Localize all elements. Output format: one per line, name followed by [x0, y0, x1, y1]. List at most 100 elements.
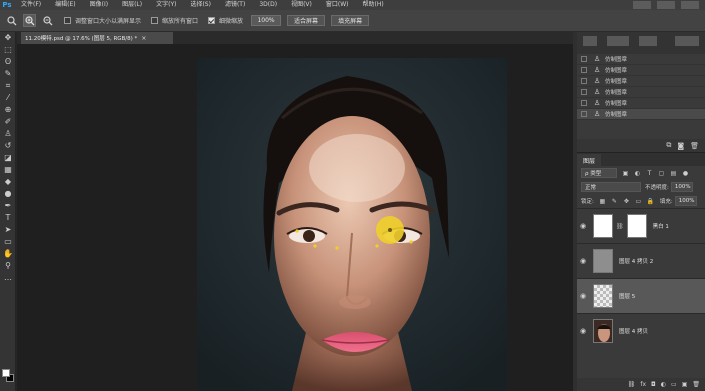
pixel-filter-icon[interactable]: ▣: [622, 170, 629, 177]
action-item[interactable]: ♙ 仿制图章: [577, 98, 705, 109]
action-item[interactable]: ♙ 仿制图章: [577, 109, 705, 120]
trash-icon[interactable]: 🗑: [690, 142, 699, 150]
pen-tool-icon[interactable]: ✒: [0, 200, 16, 212]
folder-icon[interactable]: ▭: [671, 381, 677, 388]
layer-mask-thumbnail[interactable]: [626, 214, 647, 238]
menu-view[interactable]: 视图(V): [284, 0, 319, 10]
opacity-field[interactable]: 100%: [670, 182, 693, 192]
menu-3d[interactable]: 3D(D): [252, 0, 284, 10]
action-item[interactable]: ♙ 仿制图章: [577, 65, 705, 76]
adjustment-icon[interactable]: ◐: [661, 381, 666, 388]
snapshot-icon[interactable]: ⧉: [666, 141, 671, 150]
history-brush-tool-icon[interactable]: ↺: [0, 140, 16, 152]
zoom-out-icon[interactable]: [41, 14, 54, 27]
zoom-tool-icon[interactable]: ⚲: [0, 260, 16, 272]
canvas-area[interactable]: [17, 44, 573, 391]
menu-help[interactable]: 帮助(H): [356, 0, 391, 10]
adjustment-filter-icon[interactable]: ◐: [634, 170, 641, 177]
menu-type[interactable]: 文字(Y): [149, 0, 183, 10]
fx-icon[interactable]: fx: [640, 381, 646, 388]
path-selection-tool-icon[interactable]: ➤: [0, 224, 16, 236]
zoom-in-icon[interactable]: [23, 14, 36, 27]
shape-tool-icon[interactable]: ▭: [0, 236, 16, 248]
healing-brush-tool-icon[interactable]: ⊕: [0, 104, 16, 116]
crop-tool-icon[interactable]: ⌗: [0, 80, 16, 92]
shape-filter-icon[interactable]: ▢: [658, 170, 665, 177]
lock-transparency-icon[interactable]: ▦: [599, 198, 606, 205]
action-item[interactable]: ♙ 仿制图章: [577, 54, 705, 65]
fill-field[interactable]: 100%: [674, 196, 697, 206]
zoom-percent-field[interactable]: 100%: [251, 15, 282, 26]
scrubby-zoom-box[interactable]: [208, 17, 216, 24]
type-tool-icon[interactable]: T: [0, 212, 16, 224]
eyedropper-tool-icon[interactable]: ⁄: [0, 92, 16, 104]
quick-select-tool-icon[interactable]: ✎: [0, 68, 16, 80]
eraser-tool-icon[interactable]: ◪: [0, 152, 16, 164]
zoom-all-checkbox[interactable]: 缩放所有窗口: [151, 16, 198, 25]
type-filter-icon[interactable]: T: [646, 170, 653, 177]
stamp-icon: ♙: [593, 110, 601, 118]
dodge-tool-icon[interactable]: ●: [0, 188, 16, 200]
lasso-tool-icon[interactable]: ʘ: [0, 56, 16, 68]
menu-edit[interactable]: 编辑(E): [48, 0, 82, 10]
gradient-tool-icon[interactable]: ▦: [0, 164, 16, 176]
smart-object-filter-icon[interactable]: ▤: [670, 170, 677, 177]
marquee-tool-icon[interactable]: ⬚: [0, 44, 16, 56]
color-swatches[interactable]: [2, 369, 14, 383]
layer-filter-select[interactable]: ρ 类型: [581, 168, 617, 178]
new-layer-icon[interactable]: ▣: [682, 381, 688, 388]
add-mask-icon[interactable]: ◘: [651, 381, 656, 388]
lock-pixels-icon[interactable]: ✎: [611, 198, 618, 205]
blend-mode-select[interactable]: 正常: [581, 182, 641, 192]
menu-image[interactable]: 图像(I): [83, 0, 115, 10]
eye-icon[interactable]: ◉: [577, 222, 589, 230]
menu-select[interactable]: 选择(S): [183, 0, 218, 10]
filter-toggle-icon[interactable]: ●: [682, 170, 689, 177]
tab-layers[interactable]: 图层: [577, 154, 602, 166]
document-canvas[interactable]: [197, 58, 507, 391]
action-item[interactable]: ♙ 仿制图章: [577, 76, 705, 87]
resize-windows-box[interactable]: [64, 17, 71, 24]
eye-icon[interactable]: ◉: [577, 257, 589, 265]
brush-tool-icon[interactable]: ✐: [0, 116, 16, 128]
menu-window[interactable]: 窗口(W): [319, 0, 356, 10]
link-layers-icon[interactable]: ⛓: [628, 381, 636, 388]
layer-row[interactable]: ◉ 图层 4 拷贝 2: [577, 243, 705, 278]
document-tab[interactable]: 11.20模特.psd @ 17.6% (图层 5, RGB/8) * ×: [21, 32, 173, 44]
fit-screen-button[interactable]: 适合屏幕: [287, 15, 326, 26]
action-toggle[interactable]: [581, 100, 587, 106]
layer-row-selected[interactable]: ◉ 图层 5: [577, 278, 705, 313]
menu-layer[interactable]: 图层(L): [115, 0, 149, 10]
move-tool-icon[interactable]: ✥: [0, 32, 16, 44]
action-toggle[interactable]: [581, 67, 587, 73]
action-toggle[interactable]: [581, 78, 587, 84]
eye-icon[interactable]: ◉: [577, 327, 589, 335]
camera-icon[interactable]: ◙: [677, 142, 684, 150]
fill-screen-button[interactable]: 填充屏幕: [331, 15, 370, 26]
clone-stamp-tool-icon[interactable]: ♙: [0, 128, 16, 140]
menu-filter[interactable]: 滤镜(T): [218, 0, 252, 10]
action-toggle[interactable]: [581, 111, 587, 117]
foreground-color-swatch[interactable]: [2, 369, 10, 377]
edit-toolbar-icon[interactable]: …: [0, 272, 16, 284]
lock-artboard-icon[interactable]: ▭: [635, 198, 642, 205]
action-toggle[interactable]: [581, 56, 587, 62]
trash-icon[interactable]: 🗑: [692, 381, 700, 388]
options-bar: 调整窗口大小以满屏显示 缩放所有窗口 细微缩放 100% 适合屏幕 填充屏幕: [0, 10, 705, 32]
close-icon[interactable]: ×: [141, 35, 146, 42]
scrubby-zoom-checkbox[interactable]: 细微缩放: [208, 16, 243, 25]
menu-file[interactable]: 文件(F): [14, 0, 48, 10]
action-label: 仿制图章: [605, 79, 628, 85]
layer-row[interactable]: ◉ ⛓ 黑白 1: [577, 208, 705, 243]
zoom-tool-preset-icon[interactable]: [5, 14, 18, 27]
blur-tool-icon[interactable]: ◆: [0, 176, 16, 188]
resize-windows-checkbox[interactable]: 调整窗口大小以满屏显示: [64, 16, 141, 25]
layer-row[interactable]: ◉ 图层 4 拷贝: [577, 313, 705, 348]
action-toggle[interactable]: [581, 89, 587, 95]
zoom-all-box[interactable]: [151, 17, 159, 24]
lock-position-icon[interactable]: ✥: [623, 198, 630, 205]
lock-all-icon[interactable]: 🔒: [647, 198, 654, 205]
eye-icon[interactable]: ◉: [577, 292, 589, 300]
hand-tool-icon[interactable]: ✋: [0, 248, 16, 260]
action-item[interactable]: ♙ 仿制图章: [577, 87, 705, 98]
